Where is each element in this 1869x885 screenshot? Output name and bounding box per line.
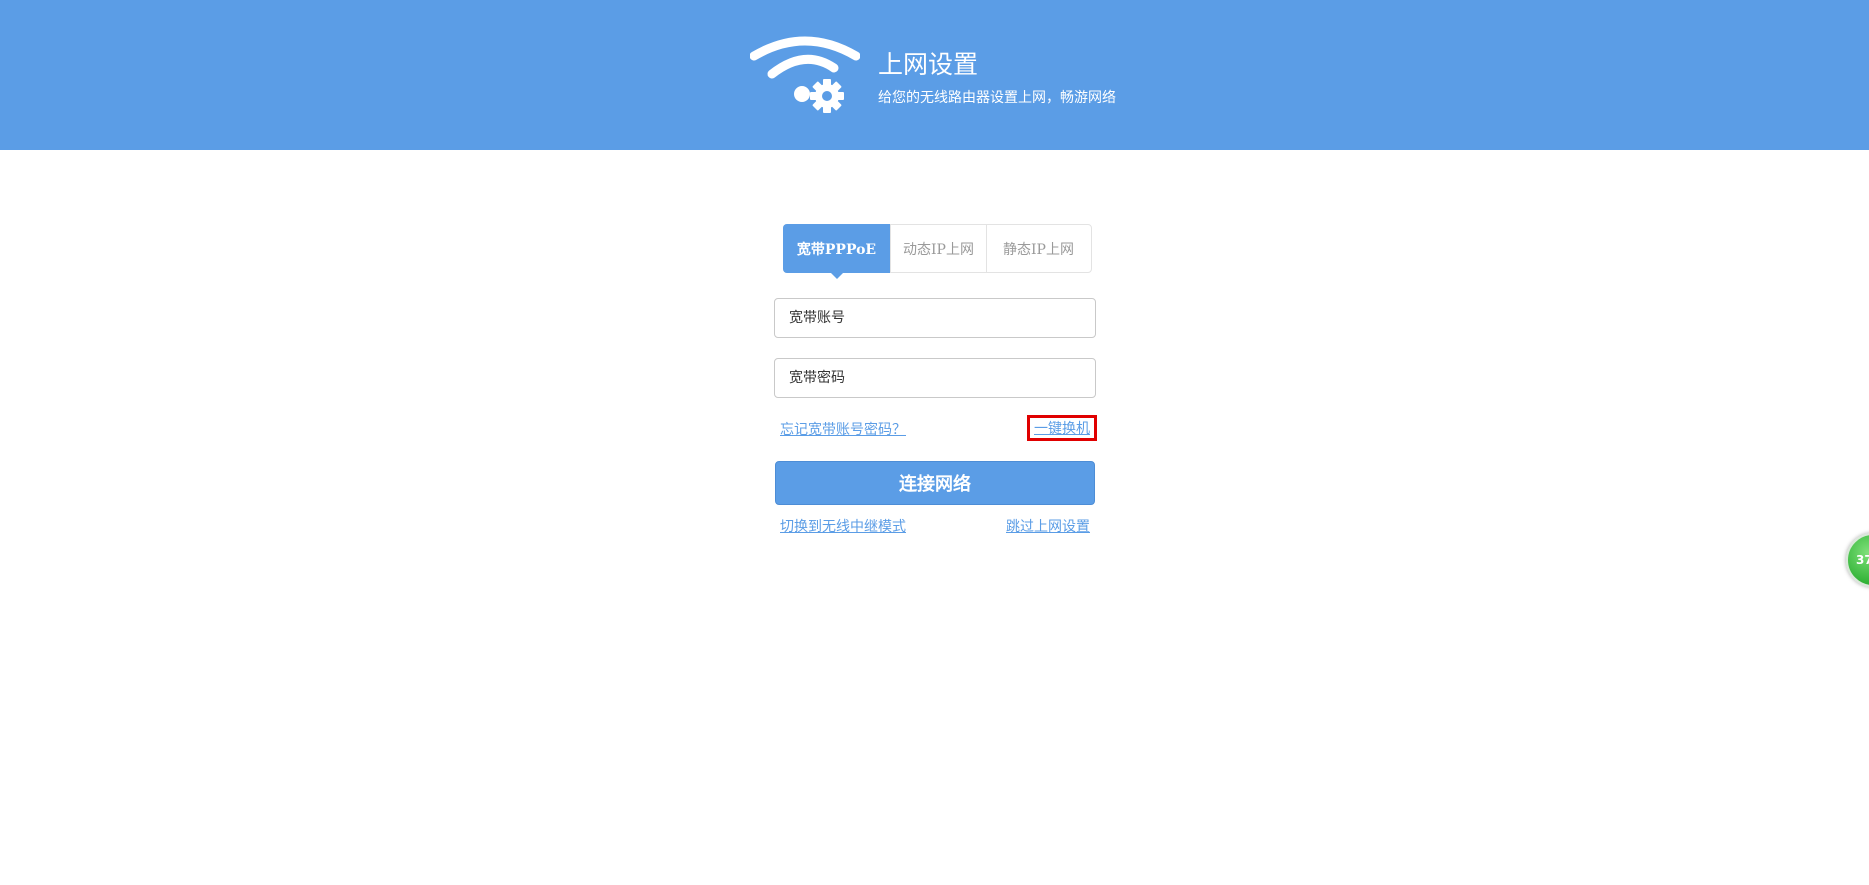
connect-network-button[interactable]: 连接网络 (775, 461, 1095, 505)
page-title: 上网设置 (878, 50, 979, 79)
connection-type-tabs: 宽带PPPoE 动态IP上网 静态IP上网 (783, 224, 1092, 279)
broadband-password-input[interactable] (774, 358, 1096, 398)
header-banner: 上网设置 给您的无线路由器设置上网，畅游网络 (0, 0, 1869, 150)
floating-badge[interactable]: 37 (1846, 533, 1869, 587)
skip-setup-link[interactable]: 跳过上网设置 (1006, 516, 1090, 536)
wifi-gear-icon (750, 36, 860, 113)
one-click-replace-link[interactable]: 一键换机 (1027, 415, 1097, 441)
page: 上网设置 给您的无线路由器设置上网，畅游网络 宽带PPPoE 动态IP上网 静态… (0, 0, 1869, 885)
page-subtitle: 给您的无线路由器设置上网，畅游网络 (878, 90, 1116, 106)
tab-static-ip[interactable]: 静态IP上网 (986, 225, 1090, 272)
broadband-account-input[interactable] (774, 298, 1096, 338)
switch-to-wireless-relay-link[interactable]: 切换到无线中继模式 (780, 516, 906, 536)
tab-pppoe[interactable]: 宽带PPPoE (783, 224, 890, 279)
forgot-account-password-link[interactable]: 忘记宽带账号密码？ (780, 419, 906, 439)
tab-dynamic-ip[interactable]: 动态IP上网 (890, 225, 986, 272)
floating-badge-text: 37 (1856, 553, 1869, 567)
